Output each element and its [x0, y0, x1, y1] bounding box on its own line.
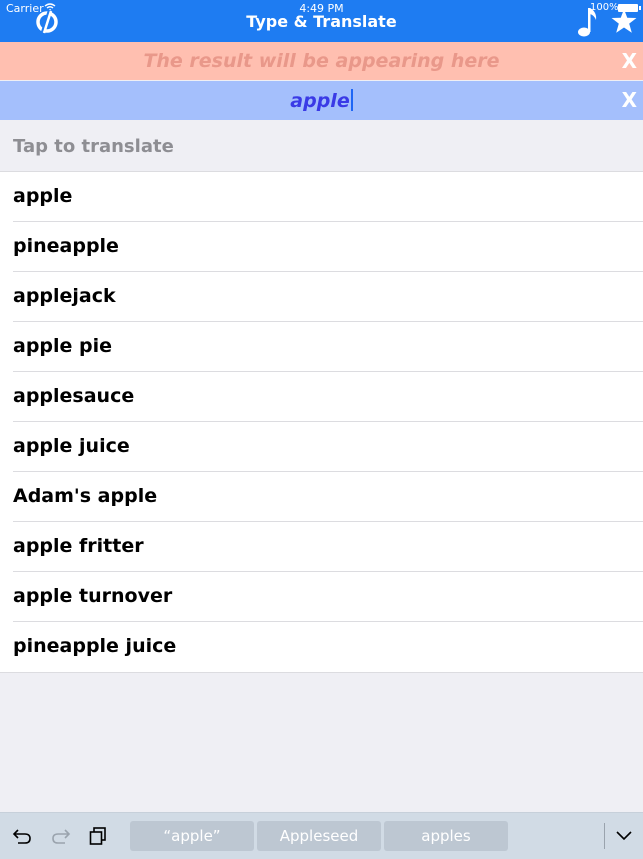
input-bar[interactable]: apple X: [0, 81, 643, 120]
navigation-bar: Carrier 4:49 PM 100% Type & Translate: [0, 0, 643, 42]
list-item[interactable]: Adam's apple: [0, 472, 643, 522]
list-item[interactable]: applesauce: [0, 372, 643, 422]
redo-icon[interactable]: [51, 827, 71, 845]
suggestion-list: apple pineapple applejack apple pie appl…: [0, 171, 643, 673]
clear-result-button[interactable]: X: [622, 49, 637, 73]
list-item-label: applejack: [13, 285, 116, 307]
list-item[interactable]: pineapple: [0, 222, 643, 272]
list-header-label: Tap to translate: [13, 136, 174, 157]
chevron-down-icon[interactable]: [615, 830, 633, 842]
list-section-header: Tap to translate: [0, 121, 643, 171]
suggestion-chip[interactable]: Appleseed: [257, 821, 381, 851]
list-item-label: apple juice: [13, 435, 130, 457]
list-item[interactable]: apple turnover: [0, 572, 643, 622]
list-item-label: apple fritter: [13, 535, 144, 557]
suggestion-chip[interactable]: “apple”: [130, 821, 254, 851]
list-item-label: applesauce: [13, 385, 135, 407]
undo-icon[interactable]: [12, 827, 32, 845]
list-item-label: pineapple: [13, 235, 119, 257]
clear-input-button[interactable]: X: [622, 88, 637, 112]
search-input[interactable]: apple: [290, 90, 349, 112]
keyboard-shortcut-bar: “apple” Appleseed apples: [0, 812, 643, 859]
list-item[interactable]: pineapple juice: [0, 622, 643, 672]
star-icon[interactable]: [610, 8, 638, 34]
list-item[interactable]: apple pie: [0, 322, 643, 372]
list-item-label: Adam's apple: [13, 485, 158, 507]
list-item[interactable]: applejack: [0, 272, 643, 322]
list-item-label: apple turnover: [13, 585, 173, 607]
paste-icon[interactable]: [89, 827, 107, 845]
list-item[interactable]: apple fritter: [0, 522, 643, 572]
result-placeholder: The result will be appearing here: [143, 50, 500, 72]
toolbar-divider: [604, 823, 605, 849]
list-item[interactable]: apple: [0, 172, 643, 222]
list-item-label: apple: [13, 185, 73, 207]
list-item-label: apple pie: [13, 335, 113, 357]
suggestion-chip[interactable]: apples: [384, 821, 508, 851]
list-item-label: pineapple juice: [13, 635, 177, 657]
music-note-icon[interactable]: [577, 6, 599, 38]
text-caret: [350, 89, 353, 111]
nav-title: Type & Translate: [246, 12, 397, 31]
list-item[interactable]: apple juice: [0, 422, 643, 472]
result-bar: The result will be appearing here X: [0, 42, 643, 80]
